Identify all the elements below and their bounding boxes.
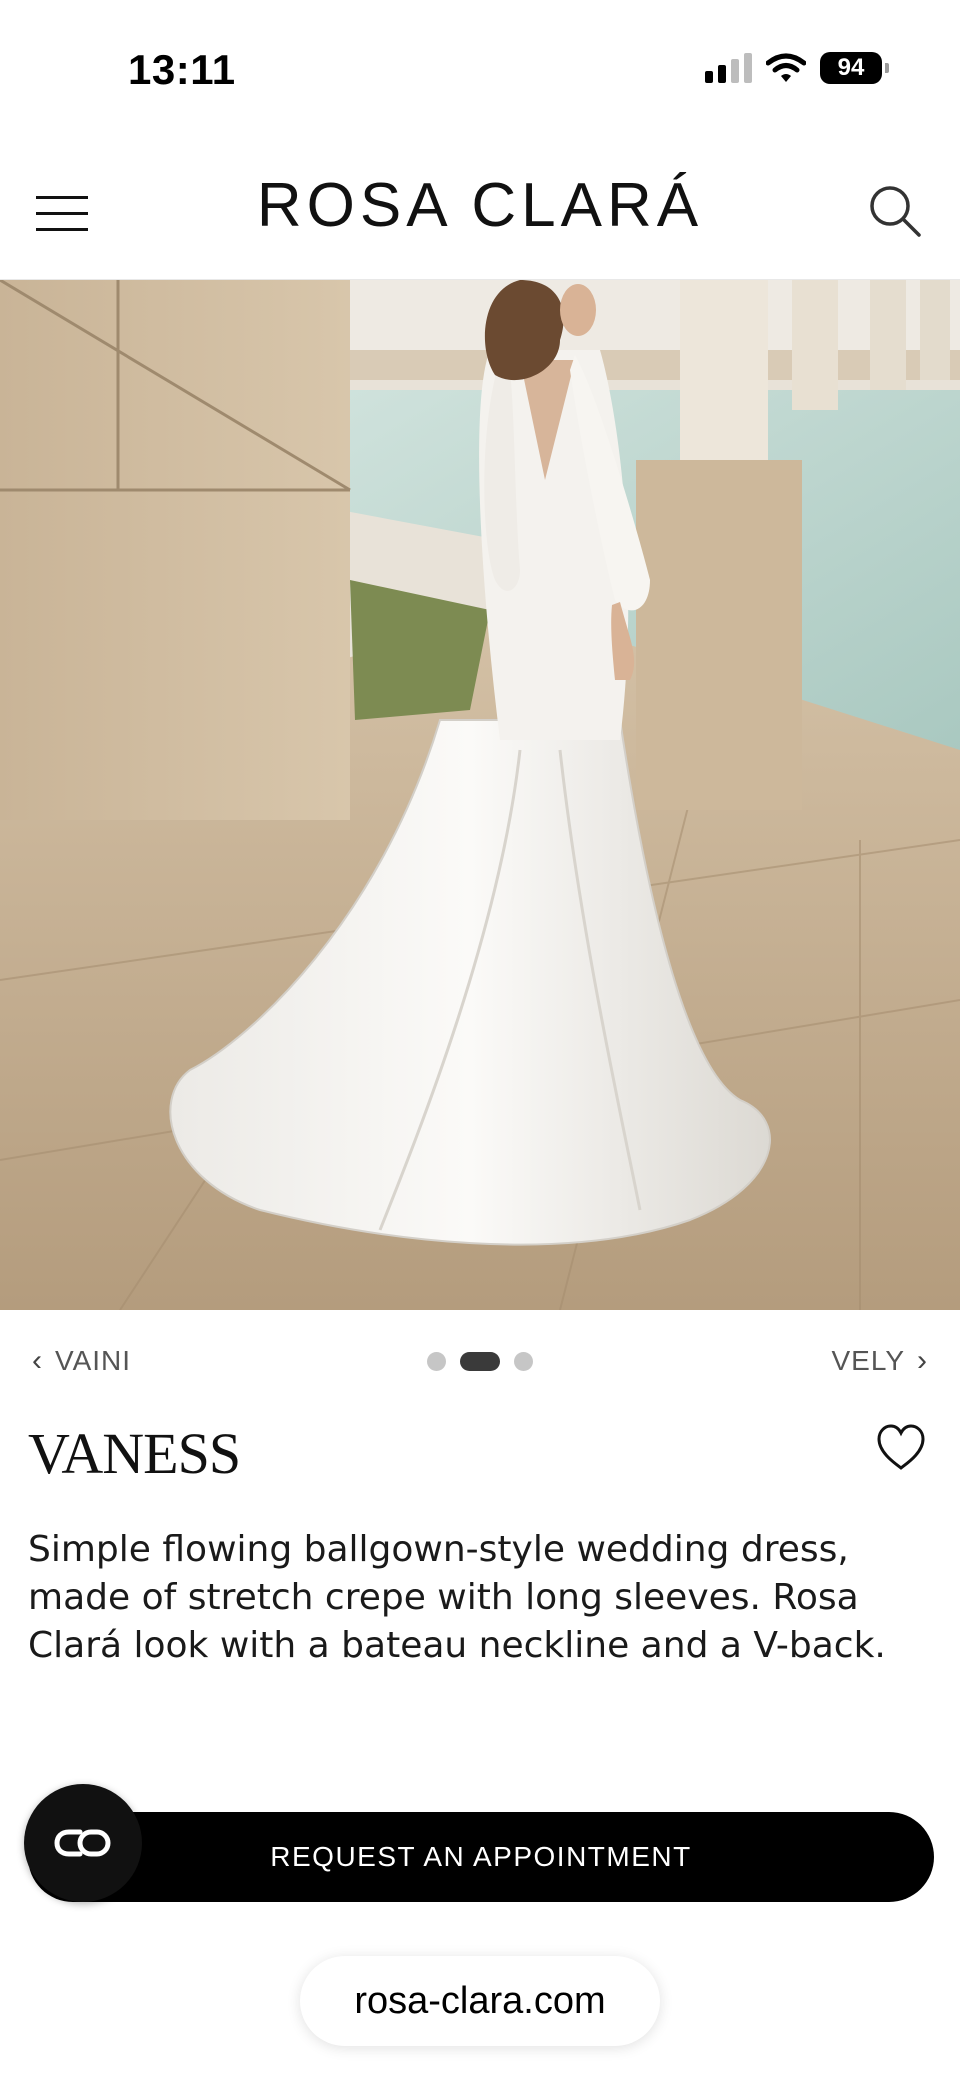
wedding-dress-photo bbox=[0, 280, 960, 1310]
carousel-dot-3[interactable] bbox=[514, 1352, 533, 1371]
carousel-dots bbox=[0, 1352, 960, 1371]
heart-icon[interactable] bbox=[876, 1424, 926, 1472]
product-title: VANESS bbox=[28, 1421, 241, 1486]
wifi-icon bbox=[766, 53, 806, 82]
search-icon[interactable] bbox=[866, 182, 924, 240]
chat-icon[interactable] bbox=[24, 1784, 142, 1902]
battery-icon: 94 bbox=[820, 52, 889, 84]
cellular-signal-icon bbox=[705, 53, 752, 83]
chevron-right-icon: › bbox=[917, 1344, 928, 1377]
product-image[interactable] bbox=[0, 280, 960, 1310]
next-product-link[interactable]: VELY › bbox=[831, 1344, 928, 1378]
status-indicators: 94 bbox=[705, 52, 889, 84]
next-product-label: VELY bbox=[831, 1345, 905, 1376]
brand-logo[interactable]: ROSA CLARÁ bbox=[0, 170, 960, 241]
product-description: Simple flowing ballgown-style wedding dr… bbox=[28, 1529, 886, 1666]
chat-logo-icon bbox=[54, 1829, 111, 1857]
request-appointment-label: REQUEST AN APPOINTMENT bbox=[270, 1841, 692, 1872]
site-header: ROSA CLARÁ bbox=[0, 140, 960, 280]
url-text: rosa-clara.com bbox=[354, 1979, 606, 2022]
status-bar: 13:11 94 bbox=[0, 0, 960, 140]
battery-level: 94 bbox=[837, 54, 865, 81]
status-time: 13:11 bbox=[128, 46, 236, 93]
request-appointment-button[interactable]: REQUEST AN APPOINTMENT bbox=[28, 1812, 934, 1902]
carousel-dot-1[interactable] bbox=[427, 1352, 446, 1371]
carousel-nav: ‹ VAINI VELY › bbox=[0, 1340, 960, 1384]
browser-url-bar[interactable]: rosa-clara.com bbox=[300, 1956, 660, 2046]
carousel-dot-2[interactable] bbox=[460, 1352, 500, 1371]
